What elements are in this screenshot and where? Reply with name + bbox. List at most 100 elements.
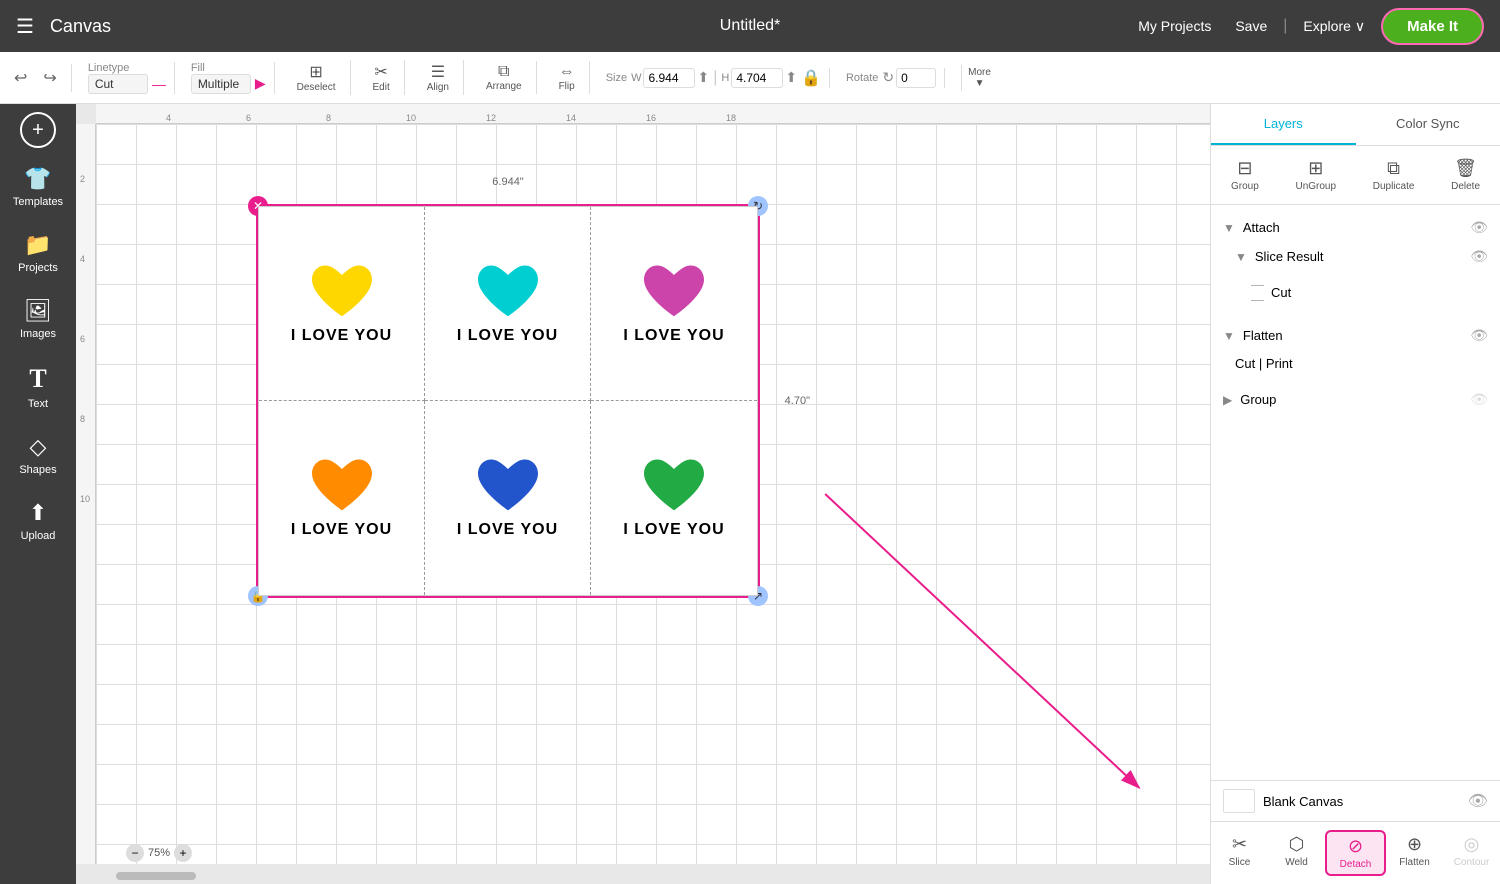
group-button[interactable]: ⊟ Group [1223,154,1267,196]
love-text-3: I LOVE YOU [623,327,724,345]
new-button[interactable]: + [20,112,56,148]
sidebar-item-images[interactable]: 🖼 Images [4,288,72,350]
sidebar-item-projects[interactable]: 📁 Projects [4,222,72,284]
love-text-4: I LOVE YOU [291,521,392,539]
arrange-button[interactable]: ⧉ Arrange [480,61,528,94]
layer-flatten[interactable]: ▼ Flatten 👁 [1211,321,1500,350]
deselect-button[interactable]: ⊞ Deselect [291,60,342,95]
cut-slice-dash: — — [1251,277,1263,307]
linetype-label: Linetype Cut — [88,62,166,94]
sidebar-projects-label: Projects [18,262,58,274]
fill-label: Fill Multiple ▶ [191,62,266,94]
sidebar-upload-label: Upload [21,530,56,542]
design-cell-4: I LOVE YOU [259,401,425,595]
linetype-value[interactable]: Cut [88,74,148,94]
design-wrapper[interactable]: 6.944" ✕ ↻ 🔒 ↗ I LOVE YOU [256,204,760,598]
app-logo: Canvas [50,16,111,37]
blank-canvas-visibility-icon[interactable]: 👁 [1468,791,1488,811]
make-it-button[interactable]: Make It [1381,8,1484,45]
header-separator: | [1283,17,1287,35]
blank-canvas-thumbnail [1223,789,1255,813]
weld-button[interactable]: ⬡ Weld [1268,830,1325,876]
sidebar-item-text[interactable]: T Text [4,354,72,420]
layer-slice-result[interactable]: ▼ Slice Result 👁 [1211,242,1500,271]
slice-result-visibility-icon[interactable]: 👁 [1470,248,1488,265]
redo-button[interactable]: ↪ [37,64,62,92]
linetype-color-swatch[interactable]: — [152,76,166,92]
contour-button[interactable]: ◎ Contour [1443,830,1500,876]
slice-icon: ✂ [1232,834,1247,855]
save-button[interactable]: Save [1235,18,1267,34]
scrollbar-thumb[interactable] [116,872,196,880]
text-icon: T [29,364,46,394]
selection-box[interactable]: ✕ ↻ 🔒 ↗ I LOVE YOU [256,204,760,598]
width-input[interactable] [643,68,695,88]
zoom-out-button[interactable]: − [126,844,144,862]
tab-layers[interactable]: Layers [1211,104,1356,145]
sidebar-images-label: Images [20,328,56,340]
flip-button[interactable]: ⇔ Flip [553,61,581,94]
slice-button[interactable]: ✂ Slice [1211,830,1268,876]
sidebar-item-upload[interactable]: ⬆ Upload [4,490,72,552]
love-text-5: I LOVE YOU [457,521,558,539]
edit-button[interactable]: ✂ Edit [367,60,396,95]
design-cell-5: I LOVE YOU [425,401,591,595]
sidebar-item-shapes[interactable]: ◇ Shapes [4,424,72,486]
group-visibility-icon[interactable]: 👁 [1470,391,1488,408]
flatten-button[interactable]: ⊕ Flatten [1386,830,1443,876]
header-right: My Projects Save | Explore ∨ Make It [1130,8,1484,45]
zoom-value: 75% [148,847,170,859]
heart-yellow [307,263,377,323]
align-button[interactable]: ☰ Align [421,60,455,95]
my-projects-button[interactable]: My Projects [1130,14,1219,38]
bottom-scrollbar[interactable] [96,868,1210,884]
lock-aspect-icon[interactable]: 🔒 [801,68,821,88]
layer-cut-slice[interactable]: — — Cut [1211,271,1500,313]
ungroup-button[interactable]: ⊞ UnGroup [1287,154,1344,196]
main-area: + 👕 Templates 📁 Projects 🖼 Images T Text… [0,104,1500,884]
fill-value[interactable]: Multiple [191,74,251,94]
sidebar-text-label: Text [28,398,48,410]
detach-button[interactable]: ⊘ Detach [1325,830,1386,876]
flatten-visibility-icon[interactable]: 👁 [1470,327,1488,344]
love-text-2: I LOVE YOU [457,327,558,345]
rotate-input[interactable] [896,68,936,88]
slice-result-label: Slice Result [1255,249,1462,264]
left-sidebar: + 👕 Templates 📁 Projects 🖼 Images T Text… [0,104,76,884]
canvas-area[interactable]: 4 6 8 10 12 14 16 18 2 4 6 8 10 6.944" [76,104,1210,884]
tab-color-sync[interactable]: Color Sync [1356,104,1500,145]
layer-cut-print[interactable]: Cut | Print [1211,350,1500,377]
attach-visibility-icon[interactable]: 👁 [1470,219,1488,236]
blank-canvas-label: Blank Canvas [1263,794,1460,809]
explore-button[interactable]: Explore ∨ [1303,18,1365,35]
layer-group[interactable]: ▶ Group 👁 [1211,385,1500,414]
height-input[interactable] [731,68,783,88]
linetype-group: Linetype Cut — [80,62,175,94]
delete-button[interactable]: 🗑 Delete [1443,154,1488,196]
group-layer-label: Group [1240,392,1462,407]
document-title[interactable]: Untitled* [720,17,780,35]
height-input-group: H ⬆ [721,68,797,88]
undo-button[interactable]: ↩ [8,64,33,92]
sidebar-item-templates[interactable]: 👕 Templates [4,156,72,218]
width-indicator: 6.944" [492,176,523,188]
blank-canvas-row[interactable]: Blank Canvas 👁 [1211,780,1500,821]
cut-slice-label: Cut [1271,285,1488,300]
design-cell-3: I LOVE YOU [591,207,757,401]
attach-arrow-icon: ▼ [1223,221,1235,235]
more-button[interactable]: More ▼ [961,65,997,91]
zoom-in-button[interactable]: + [174,844,192,862]
duplicate-button[interactable]: ⧉ Duplicate [1365,154,1423,196]
panel-tabs: Layers Color Sync [1211,104,1500,146]
hamburger-menu-icon[interactable]: ☰ [16,14,34,39]
layer-attach[interactable]: ▼ Attach 👁 [1211,213,1500,242]
flatten-label: Flatten [1243,328,1462,343]
contour-icon: ◎ [1464,834,1480,855]
cut-print-label: Cut | Print [1235,356,1488,371]
heart-blue [473,457,543,517]
size-inputs: W ⬆ | H ⬆ 🔒 [631,68,821,88]
fill-color-swatch[interactable]: ▶ [255,75,266,92]
images-icon: 🖼 [24,298,52,324]
flatten-arrow-icon: ▼ [1223,329,1235,343]
flatten-icon: ⊕ [1407,834,1422,855]
